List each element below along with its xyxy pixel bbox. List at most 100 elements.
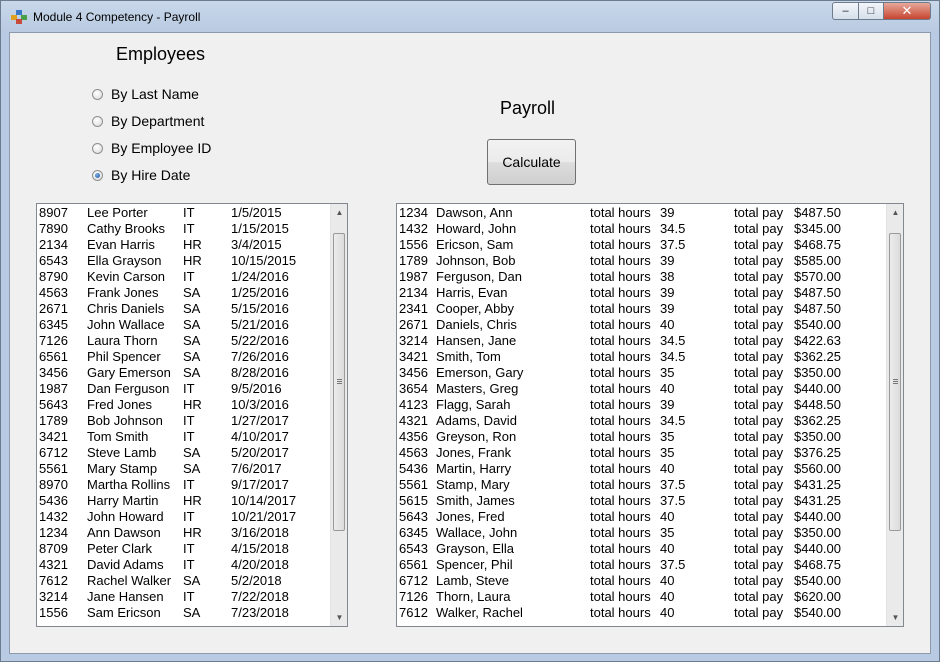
- payroll-name: Stamp, Mary: [436, 477, 510, 492]
- list-item[interactable]: 6561 Spencer, Phil total hours 37.5 total pa…: [397, 556, 886, 572]
- list-item[interactable]: 4563 Jones, Frank total hours 35 total pay $3…: [397, 444, 886, 460]
- list-item[interactable]: 3654 Masters, Greg total hours 40 total pay $…: [397, 380, 886, 396]
- payroll-pay: $345.00: [794, 221, 841, 236]
- list-item[interactable]: 2671 Chris Daniels SA 5/15/2016: [37, 300, 330, 316]
- employees-scrollbar[interactable]: ▲ ▼: [330, 204, 347, 626]
- employee-hire: 8/28/2016: [231, 365, 289, 380]
- list-item[interactable]: 8970 Martha Rollins IT 9/17/2017: [37, 476, 330, 492]
- payroll-pay-label: total pay: [734, 205, 784, 220]
- employees-heading: Employees: [116, 44, 206, 64]
- radio-button[interactable]: [92, 88, 103, 100]
- list-item[interactable]: 1987 Ferguson, Dan total hours 38 total pay $…: [397, 268, 886, 284]
- list-item[interactable]: 5615 Smith, James total hours 37.5 total pay…: [397, 492, 886, 508]
- list-item[interactable]: 3421 Tom Smith IT 4/10/2017: [37, 428, 330, 444]
- list-item[interactable]: 1234 Dawson, Ann total hours 39 total pay $48…: [397, 204, 886, 220]
- list-item[interactable]: 6345 Wallace, John total hours 35 total pay $…: [397, 524, 886, 540]
- payroll-hours-label: total hours: [590, 557, 651, 572]
- list-item[interactable]: 3421 Smith, Tom total hours 34.5 total pay $3…: [397, 348, 886, 364]
- list-item[interactable]: 5643 Fred Jones HR 10/3/2016: [37, 396, 330, 412]
- sort-option-0[interactable]: By Last Name: [92, 85, 199, 103]
- employee-hire: 5/15/2016: [231, 301, 289, 316]
- list-item[interactable]: 8907 Lee Porter IT 1/5/2015: [37, 204, 330, 220]
- scroll-up-icon[interactable]: ▲: [887, 204, 903, 221]
- maximize-icon[interactable]: □: [859, 2, 884, 20]
- list-item[interactable]: 6712 Steve Lamb SA 5/20/2017: [37, 444, 330, 460]
- employee-hire: 10/3/2016: [231, 397, 289, 412]
- list-item[interactable]: 6345 John Wallace SA 5/21/2016: [37, 316, 330, 332]
- employee-hire: 7/22/2018: [231, 589, 289, 604]
- list-item[interactable]: 4563 Frank Jones SA 1/25/2016: [37, 284, 330, 300]
- payroll-listbox[interactable]: 1234 Dawson, Ann total hours 39 total pay $48…: [396, 203, 904, 627]
- minimize-icon[interactable]: –: [832, 2, 859, 20]
- scroll-down-icon[interactable]: ▼: [887, 609, 903, 626]
- list-item[interactable]: 4356 Greyson, Ron total hours 35 total pay $3…: [397, 428, 886, 444]
- list-item[interactable]: 7612 Walker, Rachel total hours 40 total pay…: [397, 604, 886, 620]
- list-item[interactable]: 8790 Kevin Carson IT 1/24/2016: [37, 268, 330, 284]
- list-item[interactable]: 2134 Harris, Evan total hours 39 total pay $4…: [397, 284, 886, 300]
- list-item[interactable]: 7890 Cathy Brooks IT 1/15/2015: [37, 220, 330, 236]
- radio-button[interactable]: [92, 115, 103, 127]
- list-item[interactable]: 3214 Jane Hansen IT 7/22/2018: [37, 588, 330, 604]
- sort-option-label: By Employee ID: [111, 140, 212, 156]
- list-item[interactable]: 6543 Grayson, Ella total hours 40 total pay $…: [397, 540, 886, 556]
- list-item[interactable]: 1432 Howard, John total hours 34.5 total pay…: [397, 220, 886, 236]
- employee-id: 8709: [39, 541, 68, 556]
- list-item[interactable]: 5561 Stamp, Mary total hours 37.5 total pay $…: [397, 476, 886, 492]
- list-item[interactable]: 3214 Hansen, Jane total hours 34.5 total pay…: [397, 332, 886, 348]
- payroll-scroll-thumb[interactable]: [889, 232, 901, 532]
- payroll-hours-label: total hours: [590, 253, 651, 268]
- list-item[interactable]: 1432 John Howard IT 10/21/2017: [37, 508, 330, 524]
- list-item[interactable]: 4123 Flagg, Sarah total hours 39 total pay $4…: [397, 396, 886, 412]
- title-bar[interactable]: Module 4 Competency - Payroll – □ ✕: [1, 1, 939, 32]
- list-item[interactable]: 5643 Jones, Fred total hours 40 total pay $44…: [397, 508, 886, 524]
- payroll-id: 1556: [399, 237, 428, 252]
- scroll-up-icon[interactable]: ▲: [331, 204, 347, 221]
- list-item[interactable]: 1234 Ann Dawson HR 3/16/2018: [37, 524, 330, 540]
- list-item[interactable]: 4321 Adams, David total hours 34.5 total pay…: [397, 412, 886, 428]
- list-item[interactable]: 7126 Laura Thorn SA 5/22/2016: [37, 332, 330, 348]
- employees-listbox[interactable]: 8907 Lee Porter IT 1/5/2015 7890 Cathy Brooks…: [36, 203, 348, 627]
- list-item[interactable]: 2134 Evan Harris HR 3/4/2015: [37, 236, 330, 252]
- payroll-id: 1789: [399, 253, 428, 268]
- list-item[interactable]: 4321 David Adams IT 4/20/2018: [37, 556, 330, 572]
- employees-scroll-thumb[interactable]: [333, 232, 345, 532]
- radio-button[interactable]: [92, 169, 103, 181]
- payroll-hours-label: total hours: [590, 445, 651, 460]
- sort-option-1[interactable]: By Department: [92, 112, 204, 130]
- list-item[interactable]: 7126 Thorn, Laura total hours 40 total pay $6…: [397, 588, 886, 604]
- sort-option-2[interactable]: By Employee ID: [92, 139, 211, 157]
- payroll-hours: 34.5: [660, 349, 686, 364]
- list-item[interactable]: 1789 Johnson, Bob total hours 39 total pay $5…: [397, 252, 886, 268]
- list-item[interactable]: 5436 Harry Martin HR 10/14/2017: [37, 492, 330, 508]
- payroll-name: Harris, Evan: [436, 285, 508, 300]
- payroll-id: 5561: [399, 477, 428, 492]
- payroll-hours-label: total hours: [590, 221, 651, 236]
- list-item[interactable]: 6543 Ella Grayson HR 10/15/2015: [37, 252, 330, 268]
- list-item[interactable]: 6712 Lamb, Steve total hours 40 total pay $54…: [397, 572, 886, 588]
- payroll-scrollbar[interactable]: ▲ ▼: [886, 204, 903, 626]
- list-item[interactable]: 3456 Gary Emerson SA 8/28/2016: [37, 364, 330, 380]
- employee-id: 1987: [39, 381, 68, 396]
- list-item[interactable]: 7612 Rachel Walker SA 5/2/2018: [37, 572, 330, 588]
- close-icon[interactable]: ✕: [884, 2, 931, 20]
- list-item[interactable]: 3456 Emerson, Gary total hours 35 total pay $…: [397, 364, 886, 380]
- sort-option-3[interactable]: By Hire Date: [92, 166, 190, 184]
- payroll-name: Spencer, Phil: [436, 557, 513, 572]
- list-item[interactable]: 1556 Ericson, Sam total hours 37.5 total pay…: [397, 236, 886, 252]
- list-item[interactable]: 6561 Phil Spencer SA 7/26/2016: [37, 348, 330, 364]
- list-item[interactable]: 2671 Daniels, Chris total hours 40 total pay…: [397, 316, 886, 332]
- payroll-hours-label: total hours: [590, 525, 651, 540]
- list-item[interactable]: 5436 Martin, Harry total hours 40 total pay $…: [397, 460, 886, 476]
- scroll-down-icon[interactable]: ▼: [331, 609, 347, 626]
- payroll-id: 1987: [399, 269, 428, 284]
- list-item[interactable]: 1789 Bob Johnson IT 1/27/2017: [37, 412, 330, 428]
- list-item[interactable]: 1987 Dan Ferguson IT 9/5/2016: [37, 380, 330, 396]
- payroll-pay-label: total pay: [734, 573, 784, 588]
- radio-button[interactable]: [92, 142, 103, 154]
- sort-option-label: By Last Name: [111, 86, 199, 102]
- list-item[interactable]: 2341 Cooper, Abby total hours 39 total pay $4…: [397, 300, 886, 316]
- calculate-button[interactable]: Calculate: [487, 139, 576, 185]
- list-item[interactable]: 8709 Peter Clark IT 4/15/2018: [37, 540, 330, 556]
- list-item[interactable]: 1556 Sam Ericson SA 7/23/2018: [37, 604, 330, 620]
- list-item[interactable]: 5561 Mary Stamp SA 7/6/2017: [37, 460, 330, 476]
